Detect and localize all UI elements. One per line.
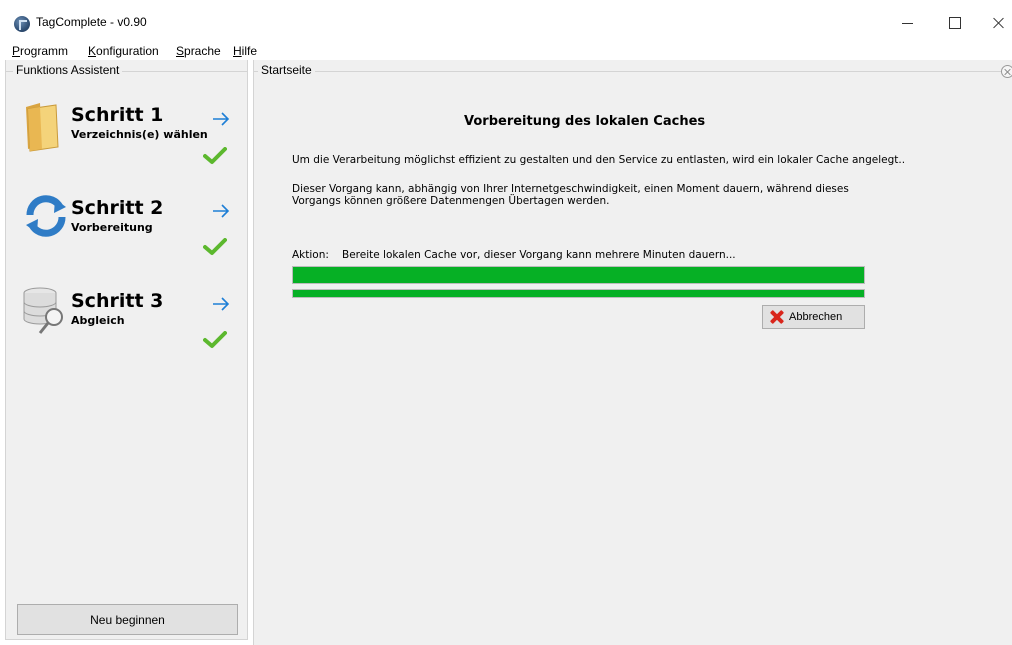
title-bar: TagComplete - v0.90	[0, 0, 1012, 40]
close-button[interactable]	[977, 10, 1012, 36]
step-1-subtitle: Verzeichnis(e) wählen	[71, 128, 208, 141]
step-3-subtitle: Abgleich	[71, 314, 125, 327]
progress-bar-secondary	[292, 289, 865, 298]
arrow-right-icon	[213, 112, 230, 126]
left-panel-legend: Funktions Assistent	[13, 63, 123, 77]
action-label: Aktion:	[292, 249, 329, 261]
cancel-button[interactable]: Abbrechen	[762, 305, 865, 329]
menu-sprache[interactable]: Sprache	[176, 44, 221, 58]
info-paragraph-2-line-2: Vorgangs können größere Datenmengen Über…	[292, 195, 610, 207]
database-search-icon	[23, 287, 63, 334]
step-2-subtitle: Vorbereitung	[71, 221, 153, 234]
start-page-panel	[253, 60, 1012, 645]
maximize-button[interactable]	[932, 10, 976, 36]
step-2-title: Schritt 2	[71, 197, 164, 219]
app-icon	[14, 16, 30, 32]
page-heading: Vorbereitung des lokalen Caches	[464, 114, 706, 129]
restart-button[interactable]: Neu beginnen	[17, 604, 238, 635]
info-paragraph-2-line-1: Dieser Vorgang kann, abhängig von Ihrer …	[292, 183, 849, 195]
window-title: TagComplete - v0.90	[36, 15, 147, 29]
right-group-border	[253, 71, 1003, 72]
check-icon	[203, 238, 227, 255]
progress-bar-main-fill	[293, 267, 864, 283]
arrow-right-icon	[213, 204, 230, 218]
menu-bar: Programm Konfiguration Sprache Hilfe	[0, 40, 1012, 60]
right-panel-legend: Startseite	[258, 63, 315, 77]
refresh-icon	[26, 195, 66, 237]
menu-hilfe[interactable]: Hilfe	[233, 44, 257, 58]
menu-konfiguration[interactable]: Konfiguration	[88, 44, 159, 58]
progress-bar-secondary-fill	[293, 290, 864, 297]
cancel-icon	[769, 309, 785, 325]
info-paragraph-1: Um die Verarbeitung möglichst effizient …	[292, 154, 906, 166]
step-3-title: Schritt 3	[71, 290, 164, 312]
cancel-label: Abbrechen	[789, 311, 843, 323]
folder-icon	[26, 103, 59, 152]
arrow-right-icon	[213, 297, 230, 311]
menu-programm[interactable]: Programm	[12, 44, 68, 58]
close-panel-icon[interactable]	[1001, 65, 1012, 78]
check-icon	[203, 331, 227, 348]
minimize-button[interactable]	[886, 10, 930, 36]
progress-bar-main	[292, 266, 865, 284]
check-icon	[203, 147, 227, 164]
step-1-title: Schritt 1	[71, 104, 164, 126]
action-text: Bereite lokalen Cache vor, dieser Vorgan…	[342, 249, 736, 261]
